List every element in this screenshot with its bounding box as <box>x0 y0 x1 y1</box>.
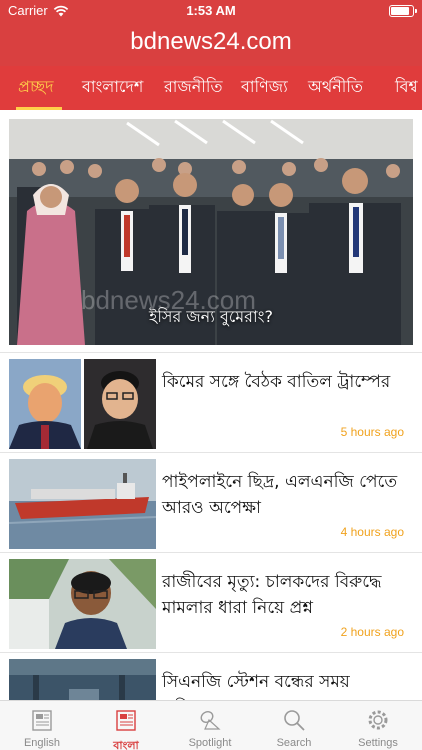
status-bar: Carrier 1:53 AM <box>0 0 422 22</box>
search-icon <box>284 710 305 731</box>
nav-english[interactable]: English <box>0 701 84 750</box>
tab-home[interactable]: প্রচ্ছদ <box>18 66 54 110</box>
article-item[interactable]: পাইপলাইনে ছিদ্র, এলএনজি পেতে আরও অপেক্ষা… <box>0 452 422 552</box>
article-time: 4 hours ago <box>340 525 404 539</box>
app-title: bdnews24.com <box>130 28 292 55</box>
nav-settings[interactable]: Settings <box>336 701 420 750</box>
article-headline: পাইপলাইনে ছিদ্র, এলএনজি পেতে আরও অপেক্ষা <box>162 472 398 518</box>
nav-settings-label: Settings <box>358 737 398 749</box>
app-header: Carrier 1:53 AM bdnews24.com <box>0 0 422 66</box>
article-time: 2 hours ago <box>340 625 404 639</box>
featured-story[interactable]: bdnews24.com ইসির জন্য বুমেরাং? <box>9 119 413 345</box>
battery-icon <box>389 5 417 17</box>
tab-world[interactable]: বিশ্ব <box>395 66 418 110</box>
nav-search-label: Search <box>276 737 312 749</box>
article-item[interactable]: কিমের সঙ্গে বৈঠক বাতিল ট্রাম্পের 5 hours… <box>0 352 422 452</box>
article-thumbnail <box>9 459 156 549</box>
bottom-tab-bar: English বাংলা Spotlight Search Settings <box>0 700 422 750</box>
article-thumbnail <box>9 359 156 449</box>
tab-politics[interactable]: রাজনীতি <box>164 66 222 110</box>
article-headline: রাজীবের মৃত্যু: চালকদের বিরুদ্ধে মামলার … <box>162 572 382 618</box>
nav-bangla-label: বাংলা <box>113 740 139 750</box>
nav-bangla[interactable]: বাংলা <box>84 701 168 750</box>
spotlight-icon <box>200 711 221 730</box>
article-headline: কিমের সঙ্গে বৈঠক বাতিল ট্রাম্পের <box>162 372 391 392</box>
tab-commerce[interactable]: বাণিজ্য <box>241 66 288 110</box>
status-time: 1:53 AM <box>186 3 236 18</box>
newspaper-icon <box>32 710 52 731</box>
featured-headline: ইসির জন্য বুমেরাং? <box>149 307 273 326</box>
category-tab-bar: প্রচ্ছদ বাংলাদেশ রাজনীতি বাণিজ্য অর্থনীত… <box>0 66 422 110</box>
battery-level <box>391 7 409 15</box>
nav-english-label: English <box>23 737 61 749</box>
tab-economy[interactable]: অর্থনীতি <box>308 66 363 110</box>
nav-spotlight-label: Spotlight <box>188 737 232 749</box>
nav-spotlight[interactable]: Spotlight <box>168 701 252 750</box>
tab-bangladesh[interactable]: বাংলাদেশ <box>82 66 143 110</box>
article-item[interactable]: রাজীবের মৃত্যু: চালকদের বিরুদ্ধে মামলার … <box>0 552 422 652</box>
article-thumbnail <box>9 559 156 649</box>
newspaper-icon <box>116 710 136 731</box>
nav-search[interactable]: Search <box>252 701 336 750</box>
active-tab-indicator <box>16 107 62 110</box>
article-time: 5 hours ago <box>340 425 404 439</box>
gear-icon <box>368 710 388 730</box>
